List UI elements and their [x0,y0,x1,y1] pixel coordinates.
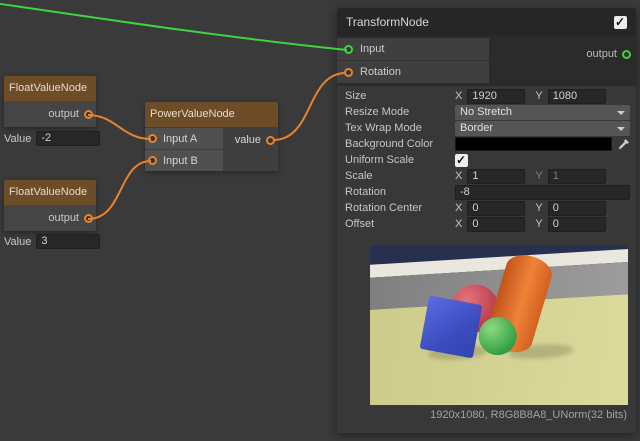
tex-wrap-mode-value: Border [460,122,493,134]
input-port-dot[interactable] [344,45,353,54]
y-axis-label: Y [535,90,542,102]
y-axis-label: Y [535,218,542,230]
node-graph-canvas: FloatValueNode output Value -2 FloatValu… [0,0,640,441]
input-a-label: Input A [163,133,197,145]
output-port-dot[interactable] [84,214,93,223]
input-a-port-row[interactable]: Input A [145,128,223,149]
offset-row: Offset X 0 Y 0 [337,216,636,232]
float1-value-row: Value -2 [4,131,100,146]
resize-mode-dropdown[interactable]: No Stretch [455,105,630,120]
output-port-row[interactable]: output [586,48,631,60]
eyedropper-icon[interactable] [617,138,630,151]
rotation-center-row: Rotation Center X 0 Y 0 [337,200,636,216]
input-port-column: Input A Input B [145,128,223,172]
scale-row: Scale X 1 Y 1 [337,168,636,184]
background-color-label: Background Color [345,138,455,150]
power-value-node[interactable]: PowerValueNode Input A Input B value [145,102,278,171]
size-y-field[interactable]: 1080 [548,89,606,104]
output-port-label: output [48,108,79,120]
y-axis-label: Y [535,170,542,182]
node-title[interactable]: FloatValueNode [4,76,96,101]
transform-node-title: TransformNode [346,15,429,29]
resize-mode-value: No Stretch [460,106,512,118]
offset-label: Offset [345,218,455,230]
input-b-port-row[interactable]: Input B [145,150,223,171]
preview-blue-cube [420,295,483,358]
value-label: Value [4,236,31,248]
rotation-center-label: Rotation Center [345,202,455,214]
input-b-label: Input B [163,155,198,167]
rotation-field[interactable]: -8 [455,185,630,200]
rotation-center-x-field[interactable]: 0 [467,201,525,216]
x-axis-label: X [455,202,462,214]
float-value-node-2[interactable]: FloatValueNode output [4,180,96,231]
rotation-row: Rotation -8 [337,184,636,200]
scale-y-field: 1 [548,169,606,184]
float2-value-field[interactable]: 3 [36,234,100,249]
x-axis-label: X [455,170,462,182]
value-output-port-dot[interactable] [266,136,275,145]
y-axis-label: Y [535,202,542,214]
value-output-port-row[interactable]: value [235,134,275,146]
size-row: Size X 1920 Y 1080 [337,88,636,104]
rotation-port-label: Rotation [360,66,401,78]
value-output-label: value [235,134,261,146]
preview-3d-scene [370,245,628,405]
node-title[interactable]: FloatValueNode [4,180,96,205]
node-title[interactable]: PowerValueNode [145,102,278,127]
input-ports-box: Input Rotation [337,38,489,83]
tex-wrap-mode-row: Tex Wrap Mode Border [337,120,636,136]
rotation-center-y-field[interactable]: 0 [548,201,606,216]
node-enabled-checkbox[interactable] [614,16,627,29]
float-value-node-1[interactable]: FloatValueNode output [4,76,96,127]
chevron-down-icon [617,127,625,131]
x-axis-label: X [455,90,462,102]
value-label: Value [4,133,31,145]
size-x-field[interactable]: 1920 [467,89,525,104]
ports-strip: Input Rotation output [337,36,636,86]
wire-offscreen-to-input[interactable] [0,3,347,50]
output-port-dot[interactable] [622,50,631,59]
transform-node-panel[interactable]: TransformNode Input Rotation output [337,8,636,433]
size-label: Size [345,90,455,102]
float2-value-row: Value 3 [4,234,100,249]
node-body: Input A Input B value [145,127,278,171]
tex-wrap-mode-label: Tex Wrap Mode [345,122,455,134]
wire-power-to-rotation[interactable] [273,73,346,140]
input-a-port-dot[interactable] [148,134,157,143]
output-port-dot[interactable] [84,110,93,119]
texture-preview [370,245,628,405]
rotation-label: Rotation [345,186,455,198]
rotation-port-row[interactable]: Rotation [337,61,489,83]
scale-x-field[interactable]: 1 [467,169,525,184]
output-port-label: output [586,48,617,60]
float1-value-field[interactable]: -2 [36,131,100,146]
offset-x-field[interactable]: 0 [467,217,525,232]
tex-wrap-mode-dropdown[interactable]: Border [455,121,630,136]
uniform-scale-checkbox[interactable] [455,154,468,167]
wire-float2-to-input-b[interactable] [88,161,151,219]
x-axis-label: X [455,218,462,230]
node-body: output [4,101,96,127]
uniform-scale-label: Uniform Scale [345,154,455,166]
input-port-label: Input [360,43,384,55]
output-port-label: output [48,212,79,224]
input-port-row[interactable]: Input [337,38,489,61]
offset-y-field[interactable]: 0 [548,217,606,232]
uniform-scale-row: Uniform Scale [337,152,636,168]
transform-node-header[interactable]: TransformNode [337,8,636,36]
rotation-port-dot[interactable] [344,68,353,77]
resize-mode-row: Resize Mode No Stretch [337,104,636,120]
input-b-port-dot[interactable] [148,156,157,165]
background-color-row: Background Color [337,136,636,152]
resize-mode-label: Resize Mode [345,106,455,118]
scale-label: Scale [345,170,455,182]
properties-list: Size X 1920 Y 1080 Resize Mode No Stretc… [337,86,636,232]
preview-format-caption: 1920x1080, R8G8B8A8_UNorm(32 bits) [430,409,627,421]
background-color-swatch[interactable] [455,137,612,151]
chevron-down-icon [617,111,625,115]
node-body: output [4,205,96,231]
